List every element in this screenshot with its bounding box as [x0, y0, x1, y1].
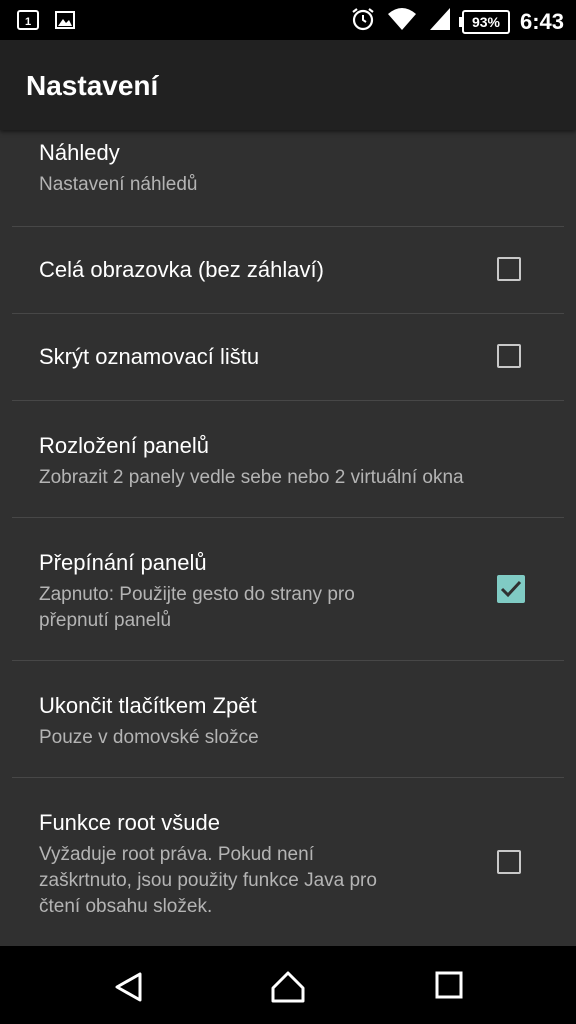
app-bar: Nastavení [0, 40, 576, 130]
clock: 6:43 [519, 8, 564, 34]
image-icon [54, 9, 76, 36]
alarm-icon [350, 6, 376, 37]
settings-list[interactable]: Náhledy Nastavení náhledů Celá obrazovka… [0, 130, 576, 946]
setting-subtitle-line: zaškrtnuto, jsou použity funkce Java pro [39, 870, 377, 891]
check-icon [500, 580, 522, 598]
setting-panel-layout[interactable]: Rozložení panelů Zobrazit 2 panely vedle… [0, 401, 576, 517]
battery-indicator: 93% [458, 9, 510, 34]
setting-panel-switching[interactable]: Přepínání panelů Zapnuto: Použijte gesto… [0, 518, 576, 660]
page-title: Nastavení [26, 70, 159, 101]
setting-hide-notification-bar[interactable]: Skrýt oznamovací lištu [0, 314, 576, 400]
root-everywhere-checkbox[interactable] [497, 850, 521, 874]
hide-notification-bar-checkbox[interactable] [497, 344, 521, 368]
setting-title: Ukončit tlačítkem Zpět [39, 693, 257, 718]
setting-title: Funkce root všude [39, 810, 220, 835]
setting-subtitle-line: Zapnuto: Použijte gesto do strany pro [39, 584, 355, 605]
svg-text:1: 1 [25, 16, 31, 28]
setting-title: Celá obrazovka (bez záhlaví) [39, 257, 324, 282]
sim-1-icon: 1 [16, 8, 40, 37]
home-icon[interactable] [270, 970, 306, 1009]
setting-title: Přepínání panelů [39, 550, 207, 575]
wifi-icon [386, 6, 418, 37]
setting-title: Skrýt oznamovací lištu [39, 344, 260, 369]
panel-switching-checkbox[interactable] [497, 575, 525, 603]
setting-subtitle-line: přepnutí panelů [39, 610, 172, 631]
setting-subtitle-line: Vyžaduje root práva. Pokud není [39, 844, 314, 865]
setting-subtitle: Zobrazit 2 panely vedle sebe nebo 2 virt… [39, 467, 464, 488]
signal-icon [428, 6, 452, 37]
setting-subtitle-line: čtení obsahu složek. [39, 896, 213, 917]
status-bar: 1 93% 6:43 [0, 0, 576, 40]
setting-title: Rozložení panelů [39, 433, 210, 458]
navigation-bar [0, 946, 576, 1024]
setting-subtitle: Pouze v domovské složce [39, 727, 259, 748]
setting-title: Náhledy [39, 140, 120, 165]
setting-root-everywhere[interactable]: Funkce root všude Vyžaduje root práva. P… [0, 778, 576, 946]
setting-nahledy[interactable]: Náhledy Nastavení náhledů [0, 130, 576, 226]
setting-subtitle: Nastavení náhledů [39, 174, 198, 195]
setting-fullscreen[interactable]: Celá obrazovka (bez záhlaví) [0, 227, 576, 313]
back-icon[interactable] [112, 970, 146, 1009]
fullscreen-checkbox[interactable] [497, 257, 521, 281]
setting-exit-with-back[interactable]: Ukončit tlačítkem Zpět Pouze v domovské … [0, 661, 576, 777]
recents-icon[interactable] [434, 970, 464, 1005]
